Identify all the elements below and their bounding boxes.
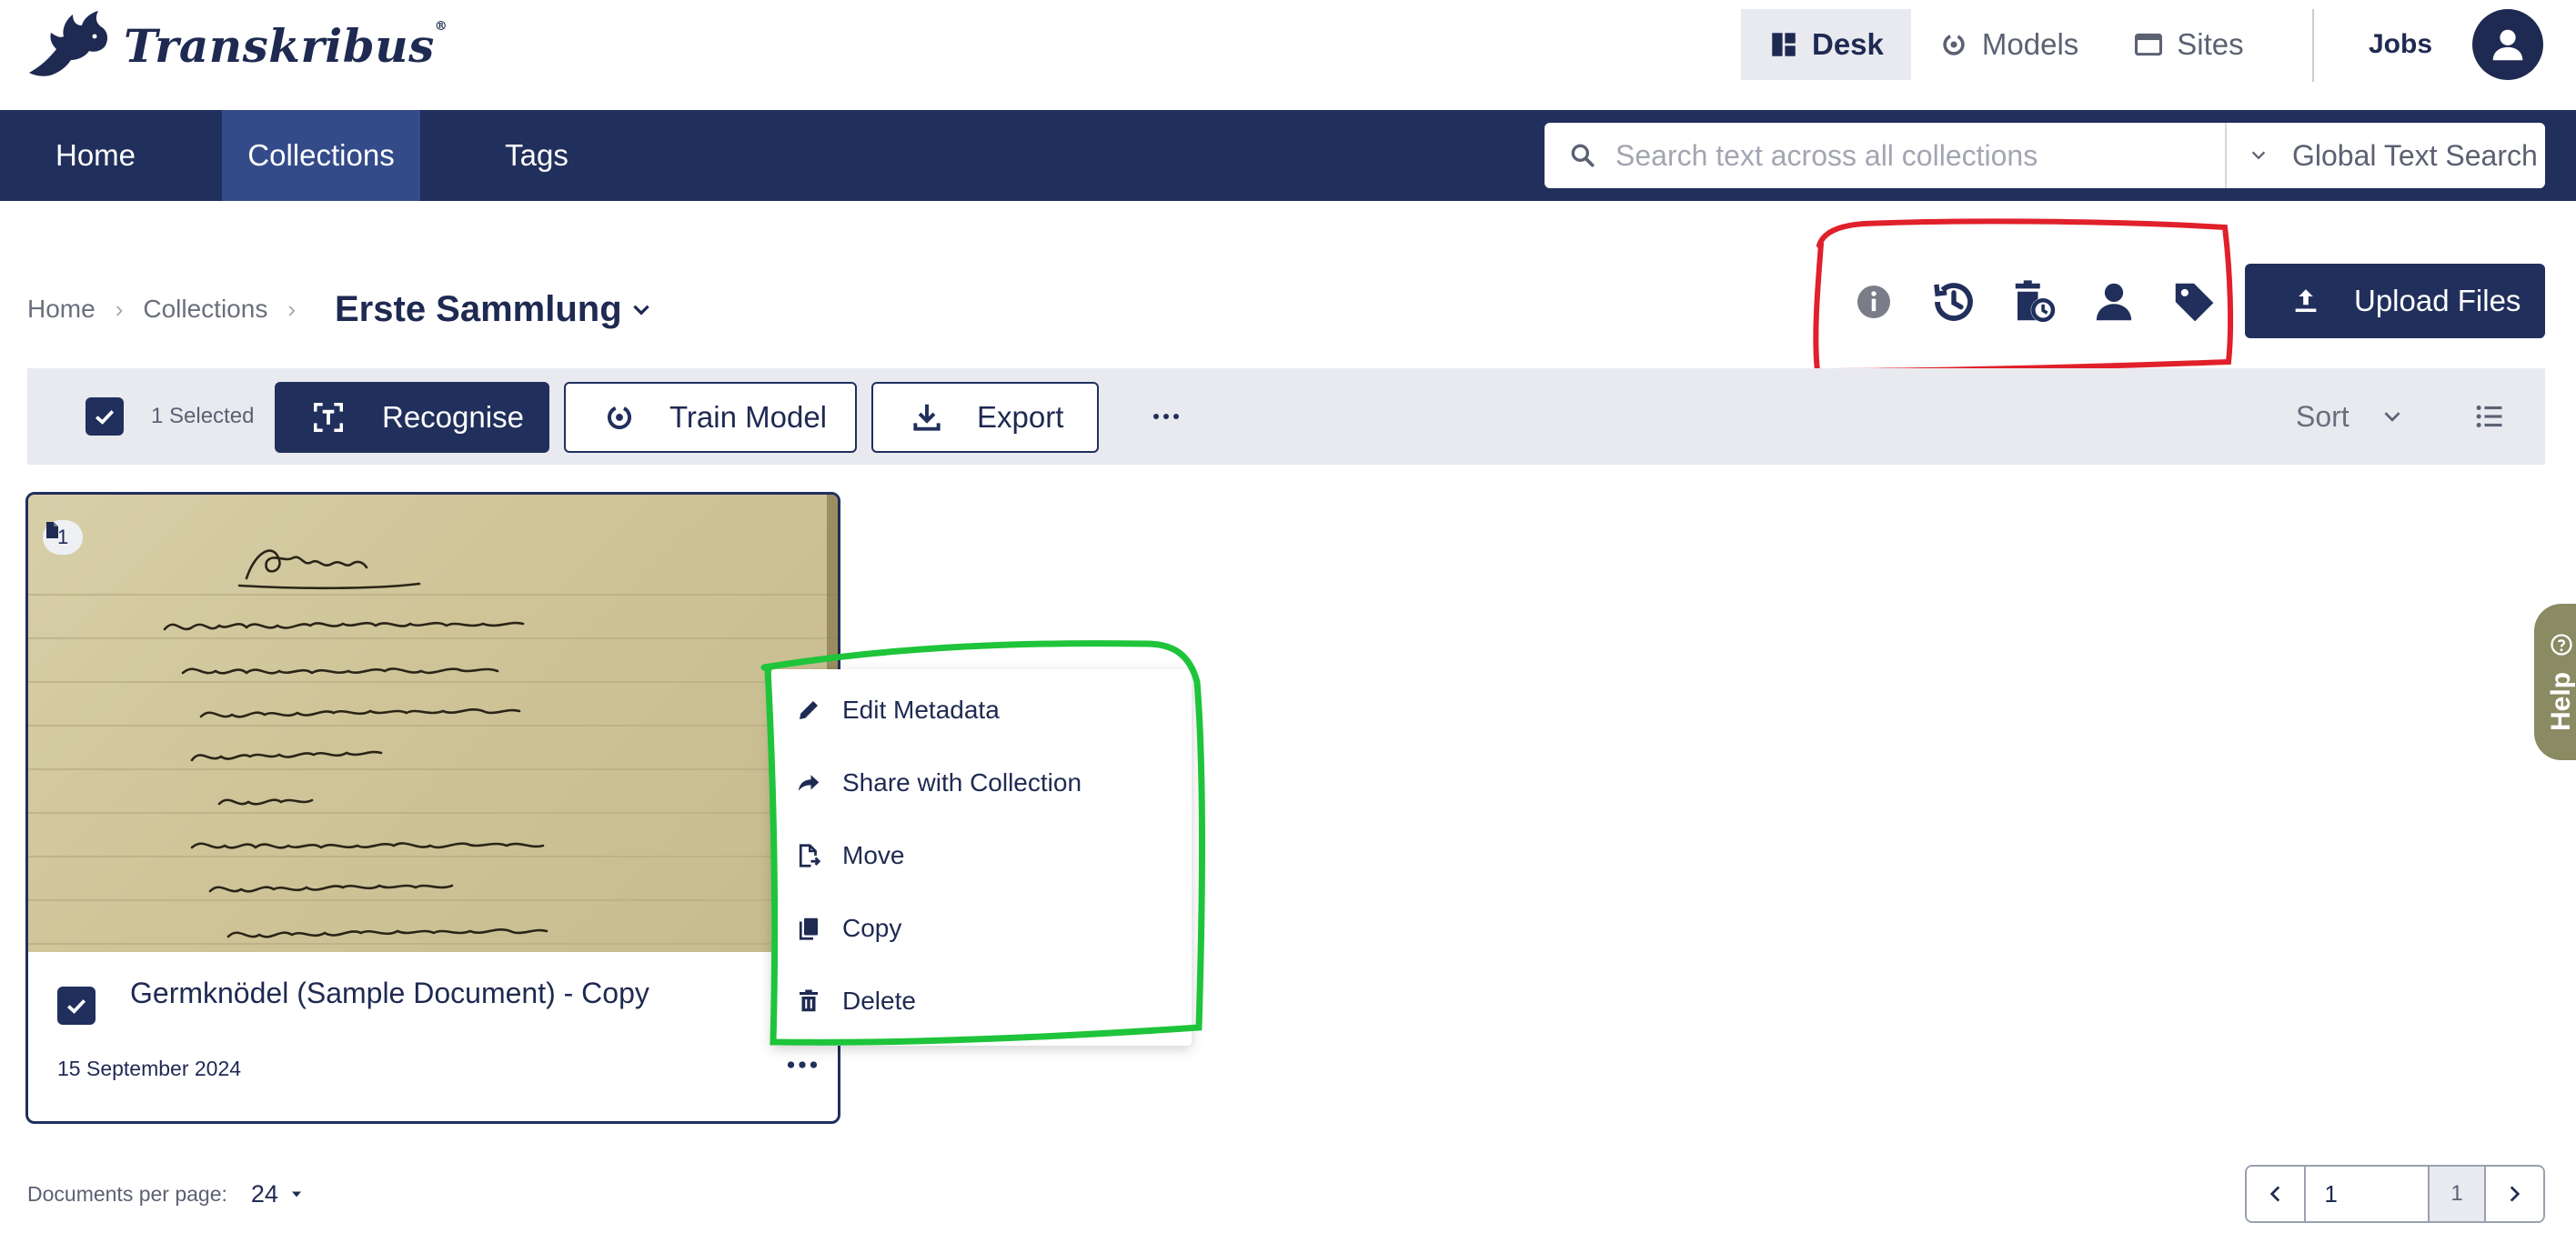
- trash-icon: [800, 989, 818, 1012]
- previous-page-button[interactable]: [2247, 1167, 2305, 1221]
- document-context-menu: Edit Metadata Share with Collection Move…: [771, 669, 1192, 1046]
- search-divider: [2225, 123, 2227, 188]
- user-avatar-button[interactable]: [2472, 9, 2543, 80]
- document-menu-button[interactable]: [780, 1051, 825, 1078]
- menu-item-share-with-collection[interactable]: Share with Collection: [795, 760, 1082, 806]
- chevron-down-icon: [2251, 151, 2266, 160]
- griffin-logo-icon: [29, 11, 108, 76]
- select-all-checkbox[interactable]: [86, 397, 124, 436]
- history-button[interactable]: [1927, 275, 1981, 329]
- document-title[interactable]: Germknödel (Sample Document) - Copy: [130, 977, 649, 1010]
- list-view-icon: [2476, 405, 2502, 428]
- tag-icon: [2175, 283, 2214, 322]
- check-icon: [66, 999, 86, 1014]
- documents-per-page: Documents per page: 24: [27, 1173, 306, 1215]
- menu-item-edit-metadata[interactable]: Edit Metadata: [795, 687, 1000, 733]
- tab-tags[interactable]: Tags: [491, 110, 582, 201]
- recognise-button[interactable]: Recognise: [275, 382, 549, 453]
- document-card[interactable]: 1 Germknödel (Sample Document) - Copy 15…: [25, 492, 840, 1124]
- main-nav-bar: Home Collections Tags Global Text Search: [0, 110, 2576, 201]
- list-view-toggle[interactable]: [2472, 368, 2507, 465]
- collection-users-button[interactable]: [2087, 275, 2141, 329]
- info-button[interactable]: [1846, 275, 1901, 329]
- share-icon: [798, 775, 820, 791]
- more-horizontal-icon: [1153, 414, 1179, 419]
- global-search: Global Text Search: [1545, 123, 2545, 188]
- info-icon: [1857, 286, 1890, 318]
- user-avatar-icon: [2492, 29, 2523, 61]
- topnav-desk[interactable]: Desk: [1741, 9, 1911, 80]
- collection-title-dropdown[interactable]: Erste Sammlung: [335, 273, 653, 346]
- copy-icon: [799, 917, 818, 940]
- document-date: 15 September 2024: [57, 1057, 242, 1080]
- top-nav: Desk Models Sites: [1741, 9, 2271, 80]
- history-icon: [1934, 283, 1973, 321]
- handwritten-page-image: [28, 495, 838, 952]
- menu-item-delete[interactable]: Delete: [795, 978, 916, 1024]
- topnav-sites[interactable]: Sites: [2106, 9, 2270, 80]
- breadcrumb-home[interactable]: Home: [27, 295, 96, 324]
- chevron-right-icon: [2511, 1186, 2521, 1202]
- scheduled-delete-icon: [2015, 280, 2056, 323]
- breadcrumb-collections[interactable]: Collections: [143, 295, 267, 324]
- breadcrumb: Home › Collections ›: [27, 273, 316, 346]
- upload-files-button[interactable]: Upload Files: [2245, 264, 2545, 338]
- document-pages-icon: [46, 522, 58, 538]
- help-tab[interactable]: Help: [2534, 604, 2576, 760]
- total-pages: 1: [2430, 1167, 2486, 1221]
- tab-home[interactable]: Home: [27, 110, 164, 201]
- caret-down-icon[interactable]: [287, 1185, 306, 1203]
- document-toolbar: 1 Selected Recognise Train Model Export …: [27, 368, 2545, 465]
- dashboard-icon: [1772, 33, 1796, 56]
- app-name: Transkribus®: [124, 18, 448, 73]
- collection-tags-button[interactable]: [2167, 275, 2221, 329]
- selected-count: 1 Selected: [151, 404, 255, 428]
- text-recognition-icon: [314, 403, 343, 432]
- collection-tools: [1846, 266, 2221, 338]
- sort-dropdown[interactable]: Sort: [2296, 368, 2404, 465]
- move-file-icon: [799, 844, 821, 867]
- page-count-badge: 1: [43, 520, 84, 555]
- top-header: Transkribus® Desk Models Sites Jobs: [0, 0, 2576, 110]
- transkribus-logo[interactable]: Transkribus®: [25, 9, 448, 82]
- per-page-select[interactable]: 24: [251, 1180, 278, 1208]
- topnav-models[interactable]: Models: [1911, 9, 2106, 80]
- help-circle-icon: [2551, 634, 2572, 657]
- menu-item-copy[interactable]: Copy: [795, 906, 901, 951]
- pagination: 1: [2245, 1165, 2545, 1223]
- train-model-button[interactable]: Train Model: [564, 382, 857, 453]
- check-icon: [95, 410, 115, 425]
- models-icon: [1943, 34, 1965, 55]
- window-icon: [2135, 33, 2163, 56]
- page-number-input[interactable]: [2304, 1167, 2430, 1221]
- page-title: Erste Sammlung: [335, 288, 622, 329]
- breadcrumb-separator: ›: [287, 295, 296, 323]
- export-button[interactable]: Export: [871, 382, 1099, 453]
- document-checkbox[interactable]: [57, 987, 96, 1025]
- next-page-button[interactable]: [2485, 1167, 2543, 1221]
- chevron-down-icon: [2384, 412, 2400, 422]
- search-icon: [1571, 144, 1595, 167]
- search-input[interactable]: [1615, 138, 2216, 173]
- document-thumbnail[interactable]: 1: [28, 495, 838, 952]
- more-horizontal-icon: [787, 1061, 818, 1068]
- more-actions-button[interactable]: [1139, 368, 1193, 465]
- topnav-divider: [2312, 9, 2314, 82]
- breadcrumb-separator: ›: [115, 295, 124, 323]
- search-scope-dropdown[interactable]: Global Text Search: [2229, 123, 2545, 188]
- user-icon: [2096, 283, 2132, 321]
- upload-icon: [2295, 289, 2317, 313]
- jobs-link[interactable]: Jobs: [2369, 9, 2432, 80]
- tab-collections[interactable]: Collections: [222, 110, 420, 201]
- download-icon: [913, 404, 941, 431]
- pencil-icon: [800, 701, 818, 719]
- scheduled-delete-button[interactable]: [2007, 275, 2061, 329]
- chevron-left-icon: [2269, 1186, 2279, 1202]
- models-icon: [607, 405, 632, 430]
- chevron-down-icon: [632, 305, 649, 316]
- menu-item-move[interactable]: Move: [795, 833, 904, 878]
